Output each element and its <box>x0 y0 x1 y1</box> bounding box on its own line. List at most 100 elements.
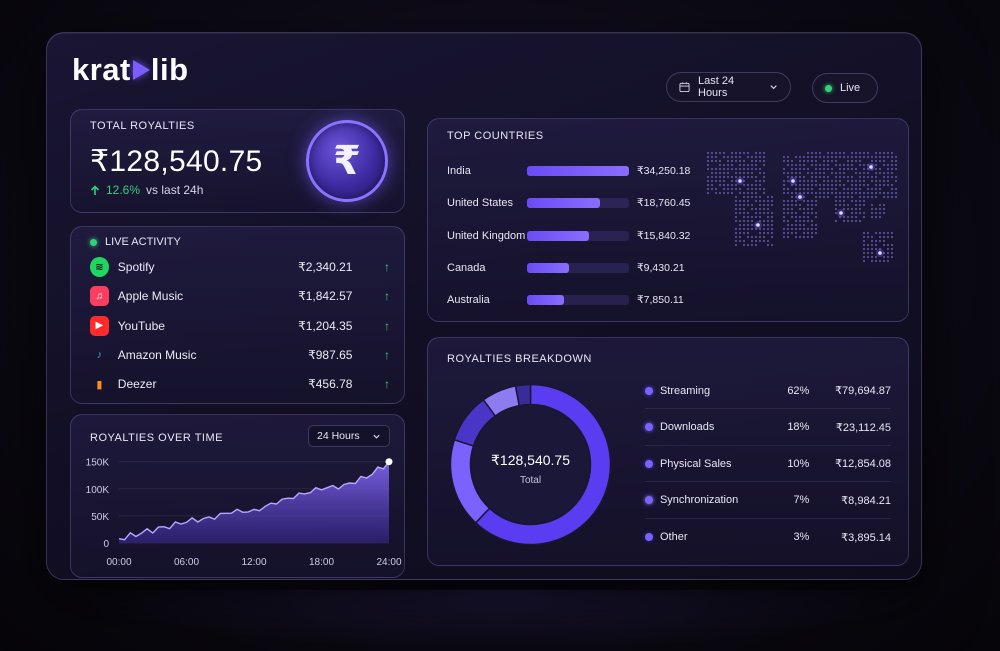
map-dot <box>878 231 882 235</box>
map-dot <box>714 191 718 195</box>
country-bar-track <box>527 198 629 209</box>
time-range-dropdown[interactable]: Last 24 Hours <box>666 72 791 102</box>
map-dot <box>766 223 770 227</box>
map-dot <box>894 187 898 191</box>
map-dot <box>882 195 886 199</box>
map-dot <box>818 183 822 187</box>
map-dot <box>786 187 790 191</box>
map-dot <box>878 187 882 191</box>
map-dot <box>742 175 746 179</box>
arrow-up-icon: ↑ <box>384 347 390 362</box>
map-dot <box>746 191 750 195</box>
map-dot <box>826 159 830 163</box>
map-dot <box>890 187 894 191</box>
map-dot <box>806 187 810 191</box>
map-dot <box>882 243 886 247</box>
map-dot <box>806 231 810 235</box>
breakdown-row[interactable]: Other 3% ₹3,895.14 <box>645 519 891 555</box>
map-dot <box>802 183 806 187</box>
map-dot <box>854 199 858 203</box>
data-point[interactable] <box>385 458 393 466</box>
map-dot <box>890 163 894 167</box>
country-row[interactable]: United Kingdom ₹15,840.32 <box>447 228 707 244</box>
map-dot <box>870 155 874 159</box>
breakdown-row[interactable]: Physical Sales 10% ₹12,854.08 <box>645 446 891 482</box>
map-dot <box>894 195 898 199</box>
map-dot <box>758 179 762 183</box>
activity-row[interactable]: ♪ Amazon Music ₹987.65 ↑ <box>90 344 390 366</box>
map-dot <box>746 175 750 179</box>
map-dot <box>826 163 830 167</box>
map-dot <box>758 231 762 235</box>
map-dot <box>894 191 898 195</box>
breakdown-row[interactable]: Downloads 18% ₹23,112.45 <box>645 410 891 446</box>
map-dot <box>714 167 718 171</box>
country-row[interactable]: United States ₹18,760.45 <box>447 195 707 211</box>
map-dot <box>754 159 758 163</box>
map-dot <box>890 255 894 259</box>
map-dot <box>802 163 806 167</box>
total-change: 12.6% vs last 24h <box>90 183 203 197</box>
map-dot <box>886 243 890 247</box>
map-dot <box>814 211 818 215</box>
map-dot <box>738 235 742 239</box>
map-dot <box>790 199 794 203</box>
map-dot <box>890 167 894 171</box>
map-dot <box>790 223 794 227</box>
live-status-button[interactable]: Live <box>812 73 878 103</box>
map-dot <box>730 155 734 159</box>
map-dot <box>758 211 762 215</box>
map-dot <box>894 159 898 163</box>
map-dot <box>738 187 742 191</box>
activity-row[interactable]: ▮ Deezer ₹456.78 ↑ <box>90 373 390 395</box>
country-row[interactable]: Australia ₹7,850.11 <box>447 292 707 308</box>
breakdown-row[interactable]: Synchronization 7% ₹8,984.21 <box>645 483 891 519</box>
country-row[interactable]: India ₹34,250.18 <box>447 163 707 179</box>
activity-row[interactable]: ♫ Apple Music ₹1,842.57 ↑ <box>90 285 390 307</box>
map-dot <box>806 159 810 163</box>
map-dot <box>762 203 766 207</box>
country-value: ₹7,850.11 <box>637 294 684 307</box>
map-dot <box>878 159 882 163</box>
breakdown-row[interactable]: Streaming 62% ₹79,694.87 <box>645 373 891 409</box>
map-dot <box>786 163 790 167</box>
map-dot <box>782 187 786 191</box>
map-dot <box>750 235 754 239</box>
map-dot <box>786 179 790 183</box>
map-dot <box>782 211 786 215</box>
map-dot <box>874 159 878 163</box>
map-dot <box>862 231 866 235</box>
map-dot <box>846 191 850 195</box>
map-dot <box>810 159 814 163</box>
live-activity-card: LIVE ACTIVITY ≋ Spotify ₹2,340.21 ↑ ♫ Apple M… <box>70 226 405 404</box>
country-name: Canada <box>447 261 486 274</box>
map-dot <box>746 195 750 199</box>
map-dot <box>794 219 798 223</box>
map-dot <box>790 171 794 175</box>
map-dot <box>822 195 826 199</box>
map-dot <box>742 167 746 171</box>
map-dot <box>734 171 738 175</box>
map-dot <box>882 155 886 159</box>
map-dot <box>762 155 766 159</box>
map-dot <box>878 211 882 215</box>
map-dot <box>814 183 818 187</box>
breakdown-name: Synchronization <box>659 494 739 506</box>
map-dot <box>830 151 834 155</box>
map-dot <box>758 151 762 155</box>
activity-row[interactable]: ▶ YouTube ₹1,204.35 ↑ <box>90 315 390 337</box>
map-dot <box>786 235 790 239</box>
activity-row[interactable]: ≋ Spotify ₹2,340.21 ↑ <box>90 256 390 278</box>
map-dot <box>894 163 898 167</box>
breakdown-name: Streaming <box>659 384 711 397</box>
map-dot <box>714 175 718 179</box>
breakdown-value: ₹8,984.21 <box>841 494 891 507</box>
map-dot <box>706 159 710 163</box>
map-dot <box>782 179 786 183</box>
map-dot <box>734 215 738 219</box>
map-dot <box>798 215 802 219</box>
country-row[interactable]: Canada ₹9,430.21 <box>447 260 707 276</box>
map-dot <box>842 167 846 171</box>
map-dot <box>858 155 862 159</box>
x-tick-label: 24:00 <box>376 557 401 568</box>
